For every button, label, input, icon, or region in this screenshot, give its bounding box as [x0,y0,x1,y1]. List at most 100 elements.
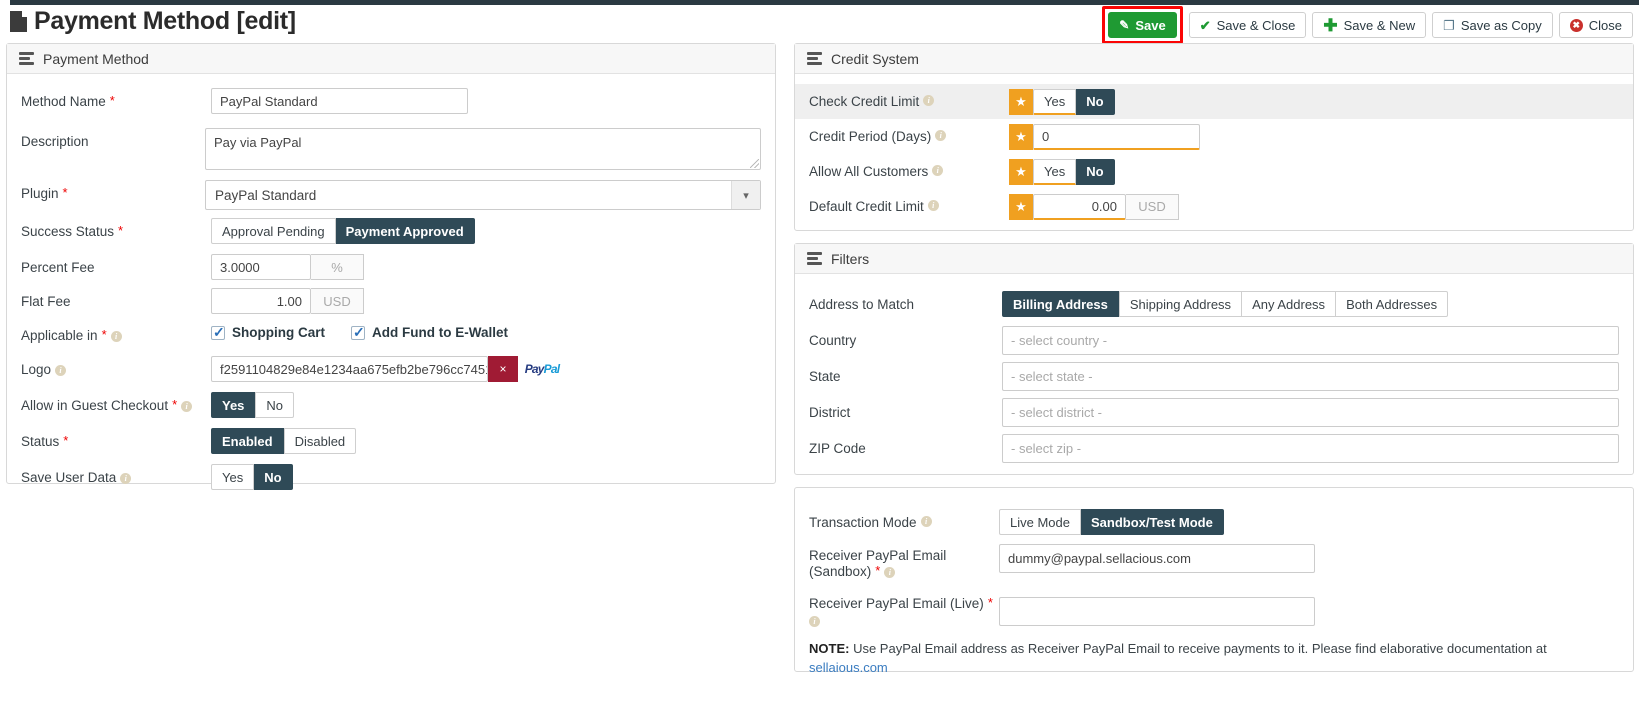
status-group[interactable]: Enabled Disabled [211,428,356,454]
required-marker: * [875,564,880,577]
chevron-down-icon[interactable]: ▾ [731,181,760,209]
save-highlight-box: ✎ Save [1102,6,1182,44]
allow-all-customers-group[interactable]: Yes No [1033,159,1115,185]
paypal-logo-text-a: Pay [525,362,544,376]
district-select[interactable]: - select district - [1002,398,1619,427]
description-textarea[interactable]: Pay via PayPal [205,128,761,170]
method-name-input[interactable]: PayPal Standard [211,88,468,114]
check-credit-limit-group[interactable]: Yes No [1033,89,1115,115]
filters-panel-title: Filters [831,251,869,267]
checkbox-icon[interactable] [351,326,365,340]
field-row-applicable-in: Applicable in * i Shopping Cart Add Fund… [7,322,775,356]
guest-checkout-group[interactable]: Yes No [211,392,294,418]
checkbox-icon[interactable] [211,326,225,340]
success-status-group[interactable]: Approval Pending Payment Approved [211,218,475,244]
receiver-sandbox-input[interactable]: dummy@paypal.sellacious.com [999,544,1315,573]
allow-all-customers-option-yes[interactable]: Yes [1033,159,1076,185]
transaction-mode-option-live[interactable]: Live Mode [999,509,1081,535]
credit-system-panel-body: Check Credit Limit i ★ Yes No Credit Per… [795,74,1633,234]
close-button[interactable]: ✖ Close [1559,12,1633,38]
checkbox-shopping-cart[interactable]: Shopping Cart [211,325,325,340]
checkbox-add-fund-ewallet[interactable]: Add Fund to E-Wallet [351,325,508,340]
info-icon[interactable]: i [55,365,66,376]
check-credit-limit-option-yes[interactable]: Yes [1033,89,1076,115]
field-row-logo: Logo i f2591104829e84e1234aa675efb2be796… [7,356,775,392]
flat-fee-input[interactable]: 1.00 [211,288,311,314]
documentation-link[interactable]: sellaious.com [809,660,888,675]
paypal-logo-text-b: Pal [544,362,560,376]
save-and-new-button[interactable]: ✚ Save & New [1312,12,1426,38]
status-option-disabled[interactable]: Disabled [284,428,357,454]
transaction-panel-body: Transaction Mode i Live Mode Sandbox/Tes… [795,488,1633,688]
address-option-billing[interactable]: Billing Address [1002,291,1119,317]
info-icon[interactable]: i [932,165,943,176]
checkbox-shopping-cart-label: Shopping Cart [232,325,325,340]
info-icon[interactable]: i [111,331,122,342]
resize-grip-icon[interactable] [750,159,759,168]
status-option-enabled[interactable]: Enabled [211,428,284,454]
success-status-label: Success Status [21,224,114,239]
address-option-both[interactable]: Both Addresses [1336,291,1448,317]
save-user-data-option-no[interactable]: No [254,464,292,490]
paypal-logo-thumbnail: PayPal [525,356,559,382]
info-icon[interactable]: i [884,567,895,578]
required-marker: * [172,398,177,411]
save-button[interactable]: ✎ Save [1108,12,1176,38]
state-placeholder: - select state - [1011,369,1093,384]
transaction-mode-label: Transaction Mode [809,515,917,530]
filters-panel-header: Filters [795,244,1633,274]
info-icon[interactable]: i [935,130,946,141]
address-to-match-group[interactable]: Billing Address Shipping Address Any Add… [1002,291,1448,317]
guest-checkout-option-no[interactable]: No [255,392,294,418]
pencil-square-icon: ✎ [1119,19,1129,31]
field-row-allow-all-customers: Allow All Customers i ★ Yes No [795,154,1633,189]
field-row-method-name: Method Name * PayPal Standard [7,88,775,122]
required-marker: * [118,224,123,237]
required-marker: * [63,434,68,447]
success-status-option-payment-approved[interactable]: Payment Approved [336,218,475,244]
check-credit-limit-option-no[interactable]: No [1076,89,1114,115]
info-icon[interactable]: i [809,616,820,627]
save-as-copy-button[interactable]: ❐ Save as Copy [1432,12,1553,38]
country-select[interactable]: - select country - [1002,326,1619,355]
info-icon[interactable]: i [120,473,131,484]
allow-all-customers-option-no[interactable]: No [1076,159,1114,185]
page-title-text: Payment Method [edit] [34,7,296,36]
save-user-data-option-yes[interactable]: Yes [211,464,254,490]
info-icon[interactable]: i [181,401,192,412]
success-status-option-approval-pending[interactable]: Approval Pending [211,218,336,244]
save-and-close-button[interactable]: ✔ Save & Close [1189,12,1307,38]
plugin-select[interactable]: PayPal Standard ▾ [205,180,761,210]
percent-fee-input[interactable]: 3.0000 [211,254,311,280]
guest-checkout-option-yes[interactable]: Yes [211,392,255,418]
info-icon[interactable]: i [921,516,932,527]
state-label: State [809,369,841,384]
logo-clear-button[interactable]: × [488,356,518,382]
field-row-credit-period: Credit Period (Days) i ★ 0 [795,119,1633,154]
toolbar: ✎ Save ✔ Save & Close ✚ Save & New ❐ Sav… [1102,6,1633,44]
zip-select[interactable]: - select zip - [1002,434,1619,463]
info-icon[interactable]: i [928,200,939,211]
transaction-panel: Transaction Mode i Live Mode Sandbox/Tes… [794,487,1634,672]
percent-fee-label: Percent Fee [21,260,95,275]
address-option-shipping[interactable]: Shipping Address [1119,291,1242,317]
info-icon[interactable]: i [923,95,934,106]
field-row-address-to-match: Address to Match Billing Address Shippin… [795,286,1633,322]
filters-panel-body: Address to Match Billing Address Shippin… [795,274,1633,476]
field-row-transaction-mode: Transaction Mode i Live Mode Sandbox/Tes… [795,504,1633,540]
credit-period-value: 0 [1042,129,1049,144]
default-credit-limit-value: 0.00 [1092,199,1117,214]
district-label: District [809,405,850,420]
field-row-zip: ZIP Code - select zip - [795,430,1633,466]
logo-input[interactable]: f2591104829e84e1234aa675efb2be796cc74510… [211,356,488,382]
transaction-mode-option-sandbox[interactable]: Sandbox/Test Mode [1081,509,1224,535]
transaction-mode-group[interactable]: Live Mode Sandbox/Test Mode [999,509,1224,535]
save-user-data-group[interactable]: Yes No [211,464,293,490]
address-option-any[interactable]: Any Address [1242,291,1336,317]
receiver-live-input[interactable] [999,597,1315,626]
credit-period-input[interactable]: 0 [1033,124,1200,150]
zip-placeholder: - select zip - [1011,441,1081,456]
default-credit-limit-input[interactable]: 0.00 [1033,194,1126,220]
state-select[interactable]: - select state - [1002,362,1619,391]
document-icon [10,11,27,32]
